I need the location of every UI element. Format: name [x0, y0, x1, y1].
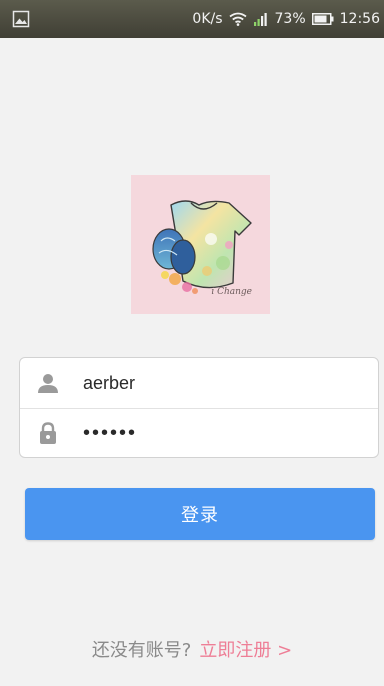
wifi-icon [228, 12, 247, 26]
login-screen: 0K/s 73% 12:56 i Change aerber •••••• 登录… [0, 0, 384, 686]
login-button[interactable]: 登录 [25, 488, 375, 540]
username-input[interactable] [83, 367, 363, 399]
no-account-text: 还没有账号? [91, 640, 192, 661]
logo-caption: i Change [211, 287, 252, 297]
register-prompt: 还没有账号? 立即注册 > [0, 636, 384, 662]
status-indicators: 0K/s 73% 12:56 [192, 9, 380, 29]
password-input[interactable] [83, 417, 363, 449]
login-form [19, 357, 379, 458]
password-row[interactable] [20, 408, 378, 458]
app-logo: i Change [131, 175, 270, 314]
status-bar: 0K/s 73% 12:56 [0, 0, 384, 38]
network-speed: 0K/s [192, 11, 223, 27]
lock-icon [36, 421, 60, 445]
signal-icon [253, 11, 269, 27]
battery-icon [311, 13, 334, 25]
register-link[interactable]: 立即注册 > [199, 640, 292, 661]
user-icon [36, 371, 60, 395]
battery-percent: 73% [274, 11, 306, 27]
image-notification-icon [12, 10, 30, 28]
status-time: 12:56 [339, 11, 380, 27]
username-row[interactable] [20, 358, 378, 408]
